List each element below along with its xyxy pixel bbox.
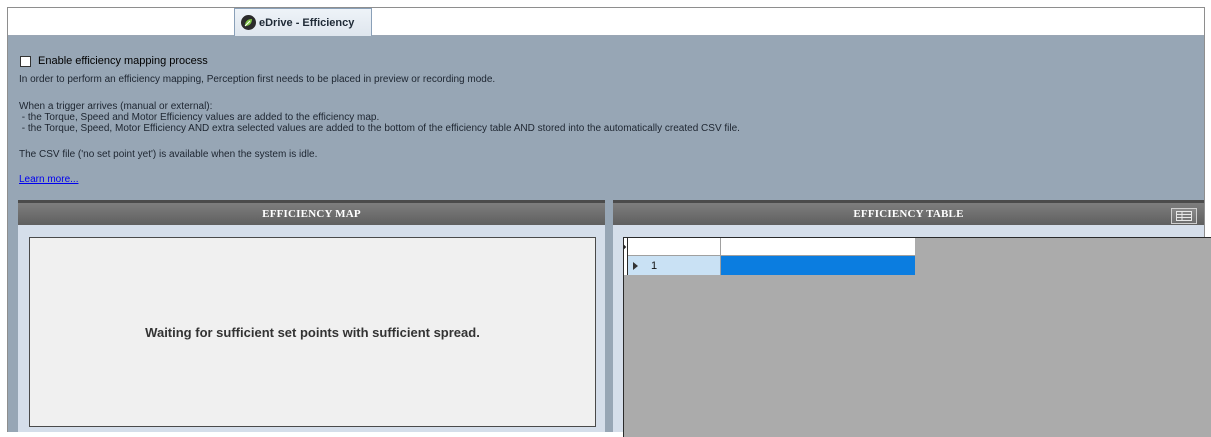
info-line-1: In order to perform an efficiency mappin… <box>19 74 496 85</box>
efficiency-table-panel: EFFICIENCY TABLE 1 <box>613 200 1211 437</box>
grid-header-column[interactable] <box>721 238 915 256</box>
tab-edrive-efficiency[interactable]: eDrive - Efficiency <box>234 8 372 36</box>
selected-cell[interactable] <box>721 256 915 275</box>
efficiency-content: Enable efficiency mapping process In ord… <box>8 36 1211 437</box>
info-line-2: When a trigger arrives (manual or extern… <box>19 101 213 112</box>
grid-header-index <box>628 238 721 256</box>
map-waiting-message: Waiting for sufficient set points with s… <box>145 324 480 340</box>
table-options-button[interactable] <box>1171 208 1197 224</box>
efficiency-map-title: EFFICIENCY MAP <box>262 208 361 220</box>
tab-strip: eDrive - Efficiency <box>8 8 1204 36</box>
row-index: 1 <box>651 259 658 272</box>
enable-mapping-row[interactable]: Enable efficiency mapping process <box>20 55 208 67</box>
info-line-5: The CSV file ('no set point yet') is ava… <box>19 149 318 160</box>
edrive-leaf-icon <box>241 15 256 30</box>
list-settings-icon <box>1176 211 1192 221</box>
efficiency-table-title: EFFICIENCY TABLE <box>853 208 964 220</box>
learn-more-link[interactable]: Learn more... <box>19 174 78 185</box>
efficiency-map-panel: EFFICIENCY MAP Waiting for sufficient se… <box>18 200 605 432</box>
current-row-arrow-icon <box>633 261 638 270</box>
enable-mapping-checkbox[interactable] <box>20 55 31 67</box>
info-line-4: - the Torque, Speed, Motor Efficiency AN… <box>19 123 740 134</box>
efficiency-data-grid[interactable]: 1 <box>623 237 1211 437</box>
tab-label: eDrive - Efficiency <box>259 16 355 29</box>
efficiency-table-header: EFFICIENCY TABLE <box>613 200 1204 225</box>
efficiency-map-header: EFFICIENCY MAP <box>18 200 605 225</box>
efficiency-map-canvas[interactable]: Waiting for sufficient set points with s… <box>29 237 596 427</box>
row-header-1[interactable]: 1 <box>628 256 721 275</box>
enable-mapping-label: Enable efficiency mapping process <box>38 55 208 67</box>
info-line-3: - the Torque, Speed and Motor Efficiency… <box>19 112 380 123</box>
